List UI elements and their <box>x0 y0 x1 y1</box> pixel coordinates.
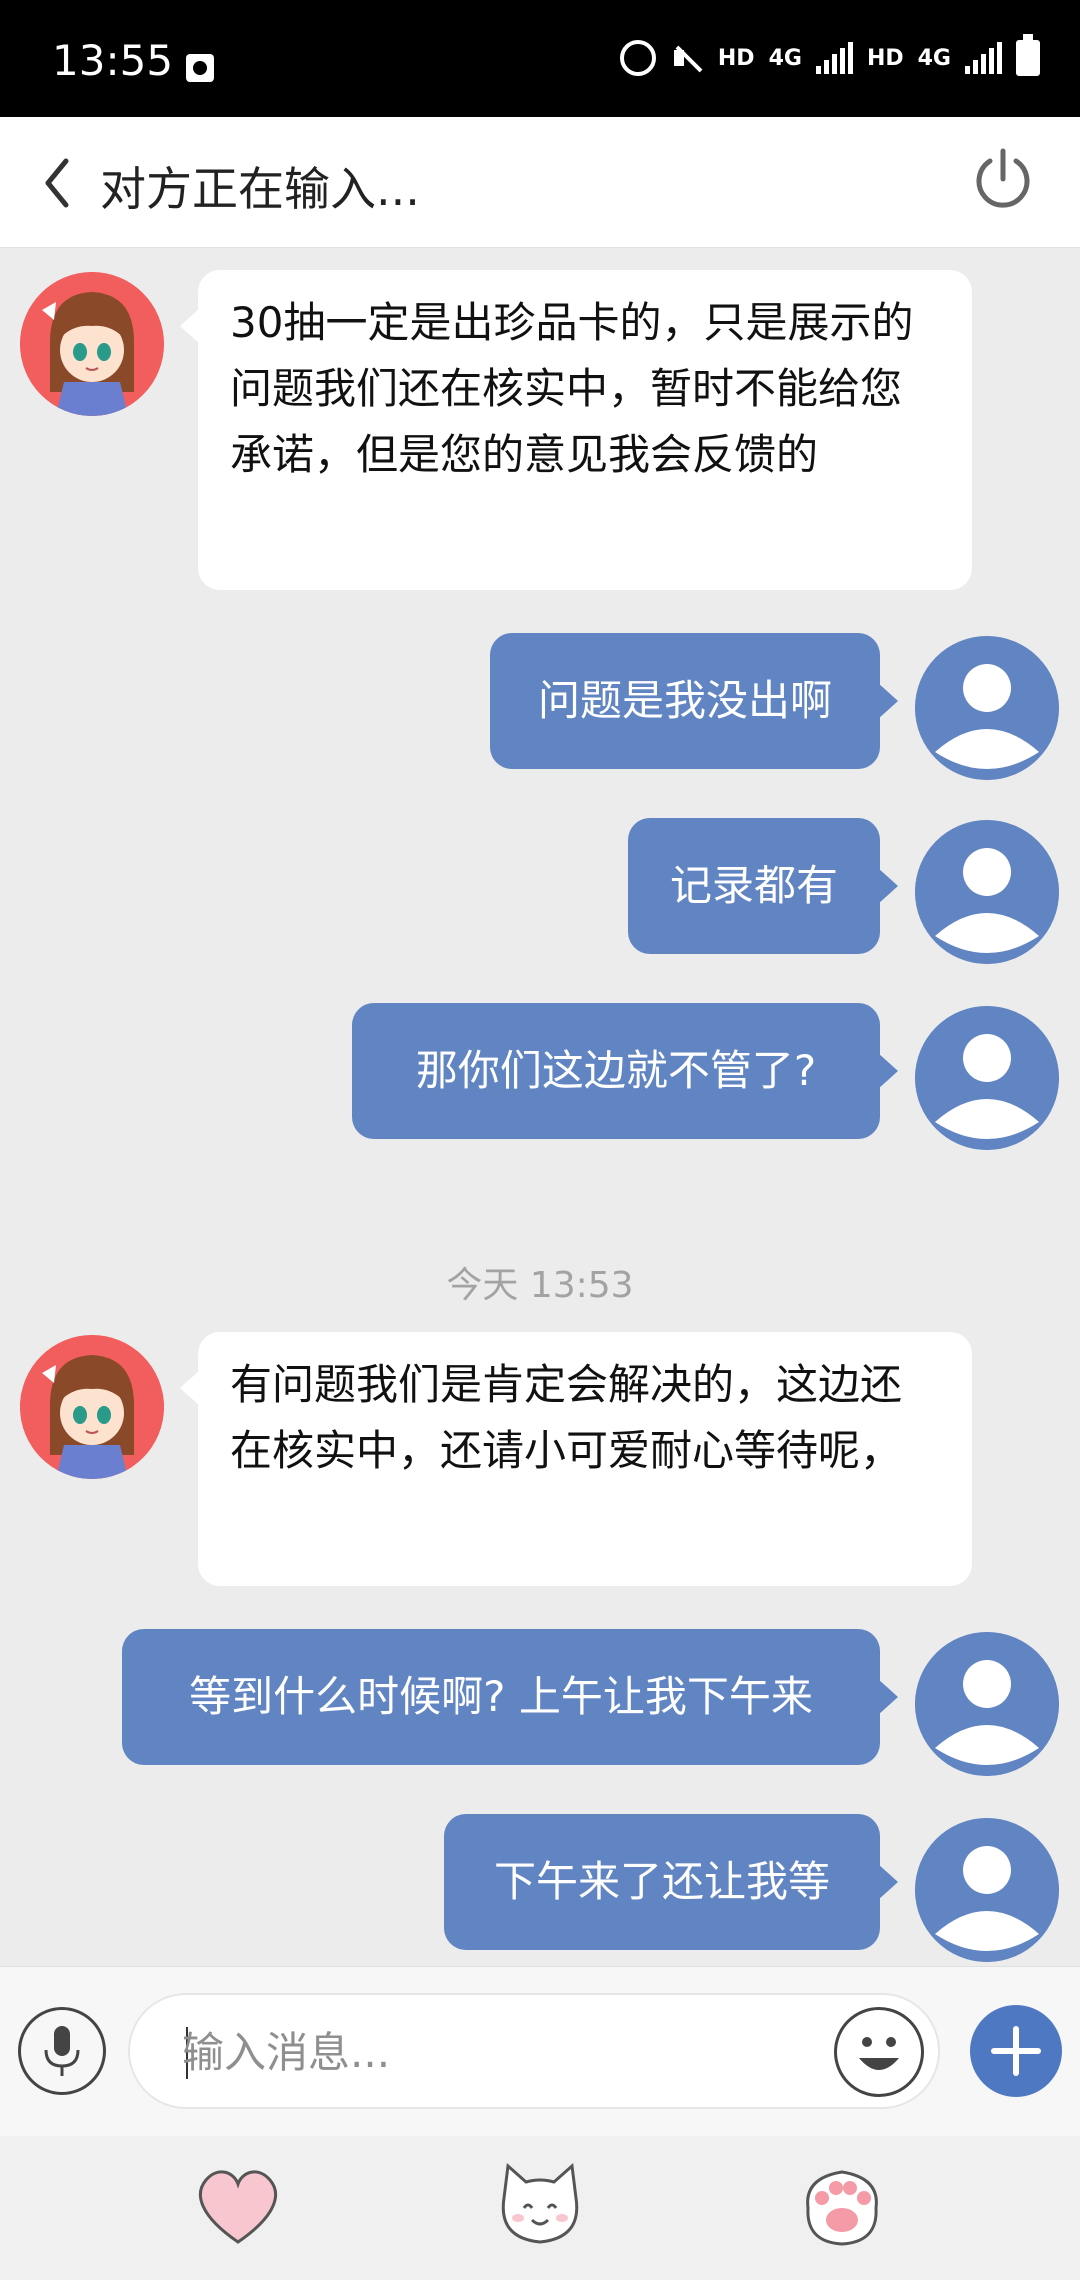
default-person-icon <box>915 1006 1059 1150</box>
chat-header: 对方正在输入... <box>0 117 1080 248</box>
smiley-icon <box>859 2037 899 2070</box>
power-icon[interactable] <box>970 147 1036 213</box>
user-avatar[interactable] <box>915 636 1059 780</box>
message-input[interactable] <box>180 1995 804 2109</box>
hd-label-2: HD <box>866 45 904 71</box>
default-person-icon <box>915 1632 1059 1776</box>
message-bubble-user[interactable]: 等到什么时候啊? 上午让我下午来 <box>122 1629 898 1765</box>
message-bubble-agent[interactable]: 有问题我们是肯定会解决的，这边还在核实中，还请小可爱耐心等待呢， <box>180 1332 972 1586</box>
agent-avatar[interactable] <box>20 272 164 416</box>
message-text: 那你们这边就不管了? <box>415 1046 817 1095</box>
cat-face-icon[interactable] <box>492 2158 588 2254</box>
network-label-2: 4G <box>917 45 951 71</box>
message-bubble-user[interactable]: 问题是我没出啊 <box>490 633 898 769</box>
message-text: 问题是我没出啊 <box>537 676 832 725</box>
heart-icon[interactable] <box>190 2158 286 2254</box>
signal-icon <box>815 42 853 74</box>
add-attachment-button[interactable] <box>970 2005 1062 2097</box>
network-label: 4G <box>768 45 802 71</box>
signal-icon-2 <box>965 42 1002 74</box>
emoji-button[interactable] <box>834 2007 924 2097</box>
microphone-icon <box>44 2026 80 2076</box>
message-text: 30抽一定是出珍品卡的，只是展示的问题我们还在核实中，暂时不能给您承诺，但是您的… <box>230 298 914 479</box>
message-bubble-agent[interactable]: 30抽一定是出珍品卡的，只是展示的问题我们还在核实中，暂时不能给您承诺，但是您的… <box>180 270 972 590</box>
plus-icon <box>991 2026 1041 2076</box>
message-text: 等到什么时候啊? 上午让我下午来 <box>189 1672 813 1721</box>
status-time: 13:55 <box>52 36 174 85</box>
message-text: 记录都有 <box>669 861 838 910</box>
mute-icon <box>670 41 704 75</box>
anime-girl-avatar-icon <box>20 1335 164 1479</box>
chevron-left-icon[interactable] <box>38 153 78 213</box>
user-avatar[interactable] <box>915 1006 1059 1150</box>
message-text: 下午来了还让我等 <box>493 1857 830 1906</box>
message-bubble-user[interactable]: 记录都有 <box>628 818 898 954</box>
chat-area[interactable]: 30抽一定是出珍品卡的，只是展示的问题我们还在核实中，暂时不能给您承诺，但是您的… <box>0 248 1080 1966</box>
status-icons: HD 4G HD 4G <box>619 34 1040 76</box>
message-bubble-user[interactable]: 下午来了还让我等 <box>444 1814 898 1950</box>
paw-icon[interactable] <box>794 2158 890 2254</box>
screen-record-icon <box>186 54 214 82</box>
message-field[interactable] <box>128 1993 940 2109</box>
user-avatar[interactable] <box>915 1632 1059 1776</box>
default-person-icon <box>915 1818 1059 1962</box>
message-text: 有问题我们是肯定会解决的，这边还在核实中，还请小可爱耐心等待呢， <box>230 1360 903 1475</box>
message-timestamp: 今天 13:53 <box>446 1265 634 1306</box>
agent-avatar[interactable] <box>20 1335 164 1479</box>
anime-girl-avatar-icon <box>20 272 164 416</box>
default-person-icon <box>915 636 1059 780</box>
status-bar: 13:55 HD 4G HD 4G <box>0 0 1080 117</box>
page-title: 对方正在输入... <box>100 162 420 216</box>
user-avatar[interactable] <box>915 1818 1059 1962</box>
voice-input-button[interactable] <box>18 2007 106 2095</box>
alarm-icon <box>619 40 656 76</box>
default-person-icon <box>915 820 1059 964</box>
message-input-bar <box>0 1966 1080 2137</box>
hd-label: HD <box>717 45 755 71</box>
bottom-quick-bar <box>0 2136 1080 2280</box>
user-avatar[interactable] <box>915 820 1059 964</box>
battery-icon <box>1016 34 1040 76</box>
message-bubble-user[interactable]: 那你们这边就不管了? <box>352 1003 898 1139</box>
